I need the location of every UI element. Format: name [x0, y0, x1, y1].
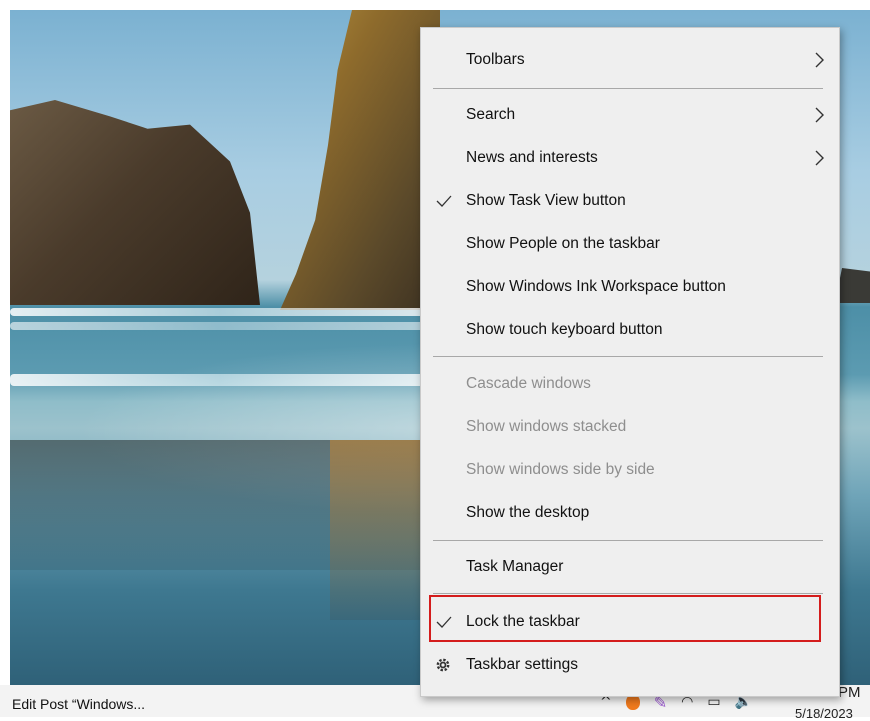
wave	[10, 374, 430, 386]
menu-item-show-task-view-button[interactable]: Show Task View button	[421, 181, 839, 221]
menu-item-label: Show Windows Ink Workspace button	[466, 278, 726, 295]
arch-reflection	[330, 440, 430, 620]
menu-item-label: Search	[466, 106, 516, 123]
menu-item-label: Taskbar settings	[466, 656, 578, 673]
menu-item-show-touch-keyboard[interactable]: Show touch keyboard button	[421, 310, 839, 350]
menu-item-label: Show windows side by side	[466, 461, 655, 478]
wave	[10, 322, 430, 330]
checkmark-icon	[436, 195, 452, 207]
menu-item-label: Cascade windows	[466, 375, 591, 392]
menu-item-show-the-desktop[interactable]: Show the desktop	[421, 493, 839, 533]
menu-item-show-windows-side-by-side: Show windows side by side	[421, 450, 839, 490]
chevron-right-icon	[815, 150, 824, 166]
menu-item-search[interactable]: Search	[421, 95, 839, 135]
menu-item-show-windows-ink[interactable]: Show Windows Ink Workspace button	[421, 267, 839, 307]
clock-time[interactable]: PM	[838, 684, 861, 701]
menu-divider	[433, 540, 823, 541]
menu-item-label: Show touch keyboard button	[466, 321, 663, 338]
menu-item-label: Toolbars	[466, 51, 525, 68]
gear-icon	[436, 658, 450, 672]
menu-item-label: News and interests	[466, 149, 598, 166]
rock-formation-left	[10, 100, 260, 305]
menu-item-label: Show windows stacked	[466, 418, 627, 435]
menu-item-news-and-interests[interactable]: News and interests	[421, 138, 839, 178]
taskbar-app-button[interactable]: Edit Post “Windows...	[12, 696, 145, 712]
menu-item-taskbar-settings[interactable]: Taskbar settings	[421, 645, 839, 685]
menu-divider	[433, 356, 823, 357]
clock-date[interactable]: 5/18/2023	[795, 706, 853, 721]
menu-item-task-manager[interactable]: Task Manager	[421, 547, 839, 587]
rock-arch	[280, 10, 440, 310]
menu-item-label: Show People on the taskbar	[466, 235, 660, 252]
menu-item-label: Task Manager	[466, 558, 564, 575]
menu-item-label: Show Task View button	[466, 192, 626, 209]
menu-item-show-people[interactable]: Show People on the taskbar	[421, 224, 839, 264]
chevron-right-icon	[815, 52, 824, 68]
menu-item-label: Show the desktop	[466, 504, 590, 521]
menu-item-show-windows-stacked: Show windows stacked	[421, 407, 839, 447]
menu-divider	[433, 593, 823, 594]
menu-item-toolbars[interactable]: Toolbars	[421, 40, 839, 80]
highlight-annotation	[429, 595, 821, 642]
chevron-right-icon	[815, 107, 824, 123]
menu-divider	[433, 88, 823, 89]
menu-item-cascade-windows: Cascade windows	[421, 364, 839, 404]
wave	[10, 308, 430, 316]
